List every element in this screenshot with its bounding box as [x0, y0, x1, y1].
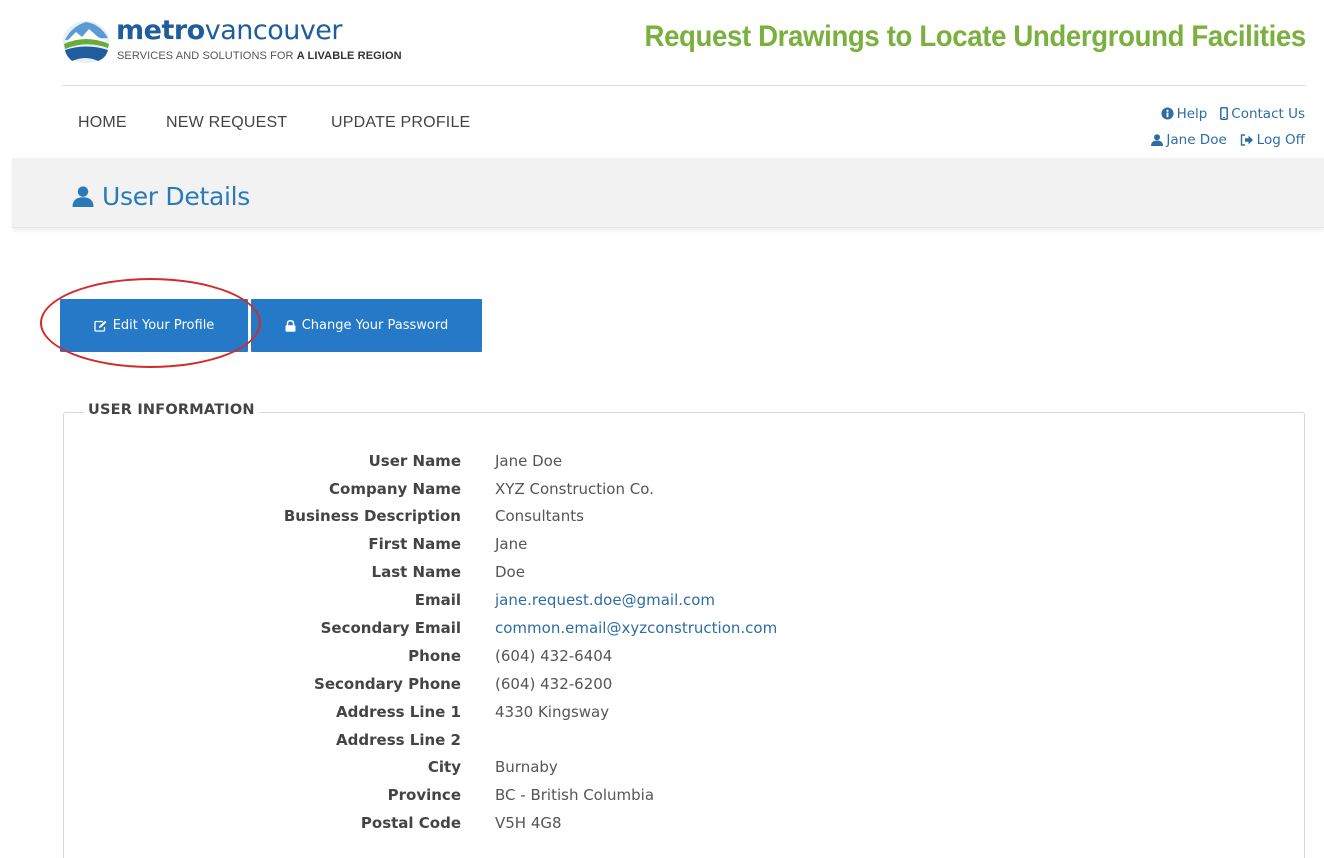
field-row-email: Email jane.request.doe@gmail.com [0, 591, 1000, 619]
contact-us-label: Contact Us [1231, 106, 1305, 122]
field-value: Jane [495, 535, 528, 553]
site-header: metrovancouver SERVICES AND SOLUTIONS FO… [0, 0, 1324, 86]
secondary-email-link[interactable]: common.email@xyzconstruction.com [495, 619, 777, 637]
field-row-secondary-phone: Secondary Phone (604) 432-6200 [0, 675, 1000, 703]
main-nav: HOME NEW REQUEST UPDATE PROFILE Help Con… [0, 86, 1324, 158]
help-link[interactable]: Help [1161, 106, 1212, 122]
edit-profile-button[interactable]: Edit Your Profile [60, 299, 248, 352]
logo-wordmark: metrovancouver [116, 15, 343, 46]
field-row-business-description: Business Description Consultants [0, 507, 1000, 535]
utility-links-bottom: Jane Doe Log Off [1151, 132, 1305, 148]
field-value: Doe [495, 563, 525, 581]
field-label: Province [387, 786, 461, 804]
field-label: Company Name [329, 480, 461, 498]
nav-item-new-request[interactable]: NEW REQUEST [166, 114, 287, 132]
lock-icon [285, 319, 296, 332]
field-row-province: Province BC - British Columbia [0, 786, 1000, 814]
page-title-text: User Details [102, 182, 250, 211]
nav-item-home[interactable]: HOME [78, 114, 127, 132]
site-title: Request Drawings to Locate Underground F… [644, 20, 1307, 53]
contact-us-link[interactable]: Contact Us [1220, 106, 1305, 122]
field-value: (604) 432-6404 [495, 647, 613, 665]
user-profile-link[interactable]: Jane Doe [1151, 132, 1231, 148]
field-value: V5H 4G8 [495, 814, 562, 832]
field-row-address-line-2: Address Line 2 [0, 731, 1000, 759]
field-row-first-name: First Name Jane [0, 535, 1000, 563]
field-value: Burnaby [495, 758, 558, 776]
field-value: XYZ Construction Co. [495, 480, 654, 498]
metro-vancouver-logo[interactable]: metrovancouver SERVICES AND SOLUTIONS FO… [62, 14, 462, 70]
edit-icon [94, 320, 107, 332]
field-row-user-name: User Name Jane Doe [0, 452, 1000, 480]
field-label: Last Name [371, 563, 461, 581]
field-label: Secondary Phone [314, 675, 461, 693]
user-icon [1151, 134, 1164, 146]
field-label: Phone [408, 647, 461, 665]
field-label: Secondary Email [320, 619, 461, 637]
field-label: Address Line 2 [336, 731, 461, 749]
field-label: Postal Code [360, 814, 461, 832]
edit-profile-label: Edit Your Profile [112, 318, 215, 333]
field-value: 4330 Kingsway [495, 703, 610, 721]
user-icon [72, 186, 94, 207]
page-title: User Details [72, 182, 250, 211]
sign-out-icon [1240, 134, 1253, 146]
field-row-secondary-email: Secondary Email common.email@xyzconstruc… [0, 619, 1000, 647]
email-link[interactable]: jane.request.doe@gmail.com [495, 591, 715, 609]
field-row-city: City Burnaby [0, 758, 1000, 786]
page-title-band: User Details [12, 158, 1324, 228]
metro-vancouver-logo-mark-icon [63, 21, 109, 63]
field-row-postal-code: Postal Code V5H 4G8 [0, 814, 1000, 842]
field-label: First Name [368, 535, 461, 553]
field-row-phone: Phone (604) 432-6404 [0, 647, 1000, 675]
field-value: Consultants [495, 507, 584, 525]
field-row-address-line-1: Address Line 1 4330 Kingsway [0, 703, 1000, 731]
nav-item-update-profile[interactable]: UPDATE PROFILE [331, 114, 470, 132]
field-label: Email [414, 591, 461, 609]
field-label: Business Description [283, 507, 461, 525]
user-name-label: Jane Doe [1166, 132, 1227, 148]
utility-links-top: Help Contact Us [1161, 106, 1305, 122]
field-row-last-name: Last Name Doe [0, 563, 1000, 591]
help-label: Help [1176, 106, 1208, 122]
change-password-label: Change Your Password [301, 318, 449, 333]
mobile-phone-icon [1220, 107, 1229, 120]
field-value: (604) 432-6200 [495, 675, 613, 693]
log-off-link[interactable]: Log Off [1240, 132, 1305, 148]
log-off-label: Log Off [1256, 132, 1305, 148]
logo-tagline: SERVICES AND SOLUTIONS FOR A LIVABLE REG… [117, 50, 402, 62]
field-value: Jane Doe [495, 452, 563, 470]
field-value: BC - British Columbia [495, 786, 655, 804]
field-label: User Name [368, 452, 461, 470]
info-circle-icon [1161, 107, 1174, 120]
user-information-legend: USER INFORMATION [84, 402, 259, 418]
change-password-button[interactable]: Change Your Password [251, 299, 482, 352]
field-row-company-name: Company Name XYZ Construction Co. [0, 480, 1000, 508]
field-label: City [427, 758, 461, 776]
field-label: Address Line 1 [336, 703, 461, 721]
